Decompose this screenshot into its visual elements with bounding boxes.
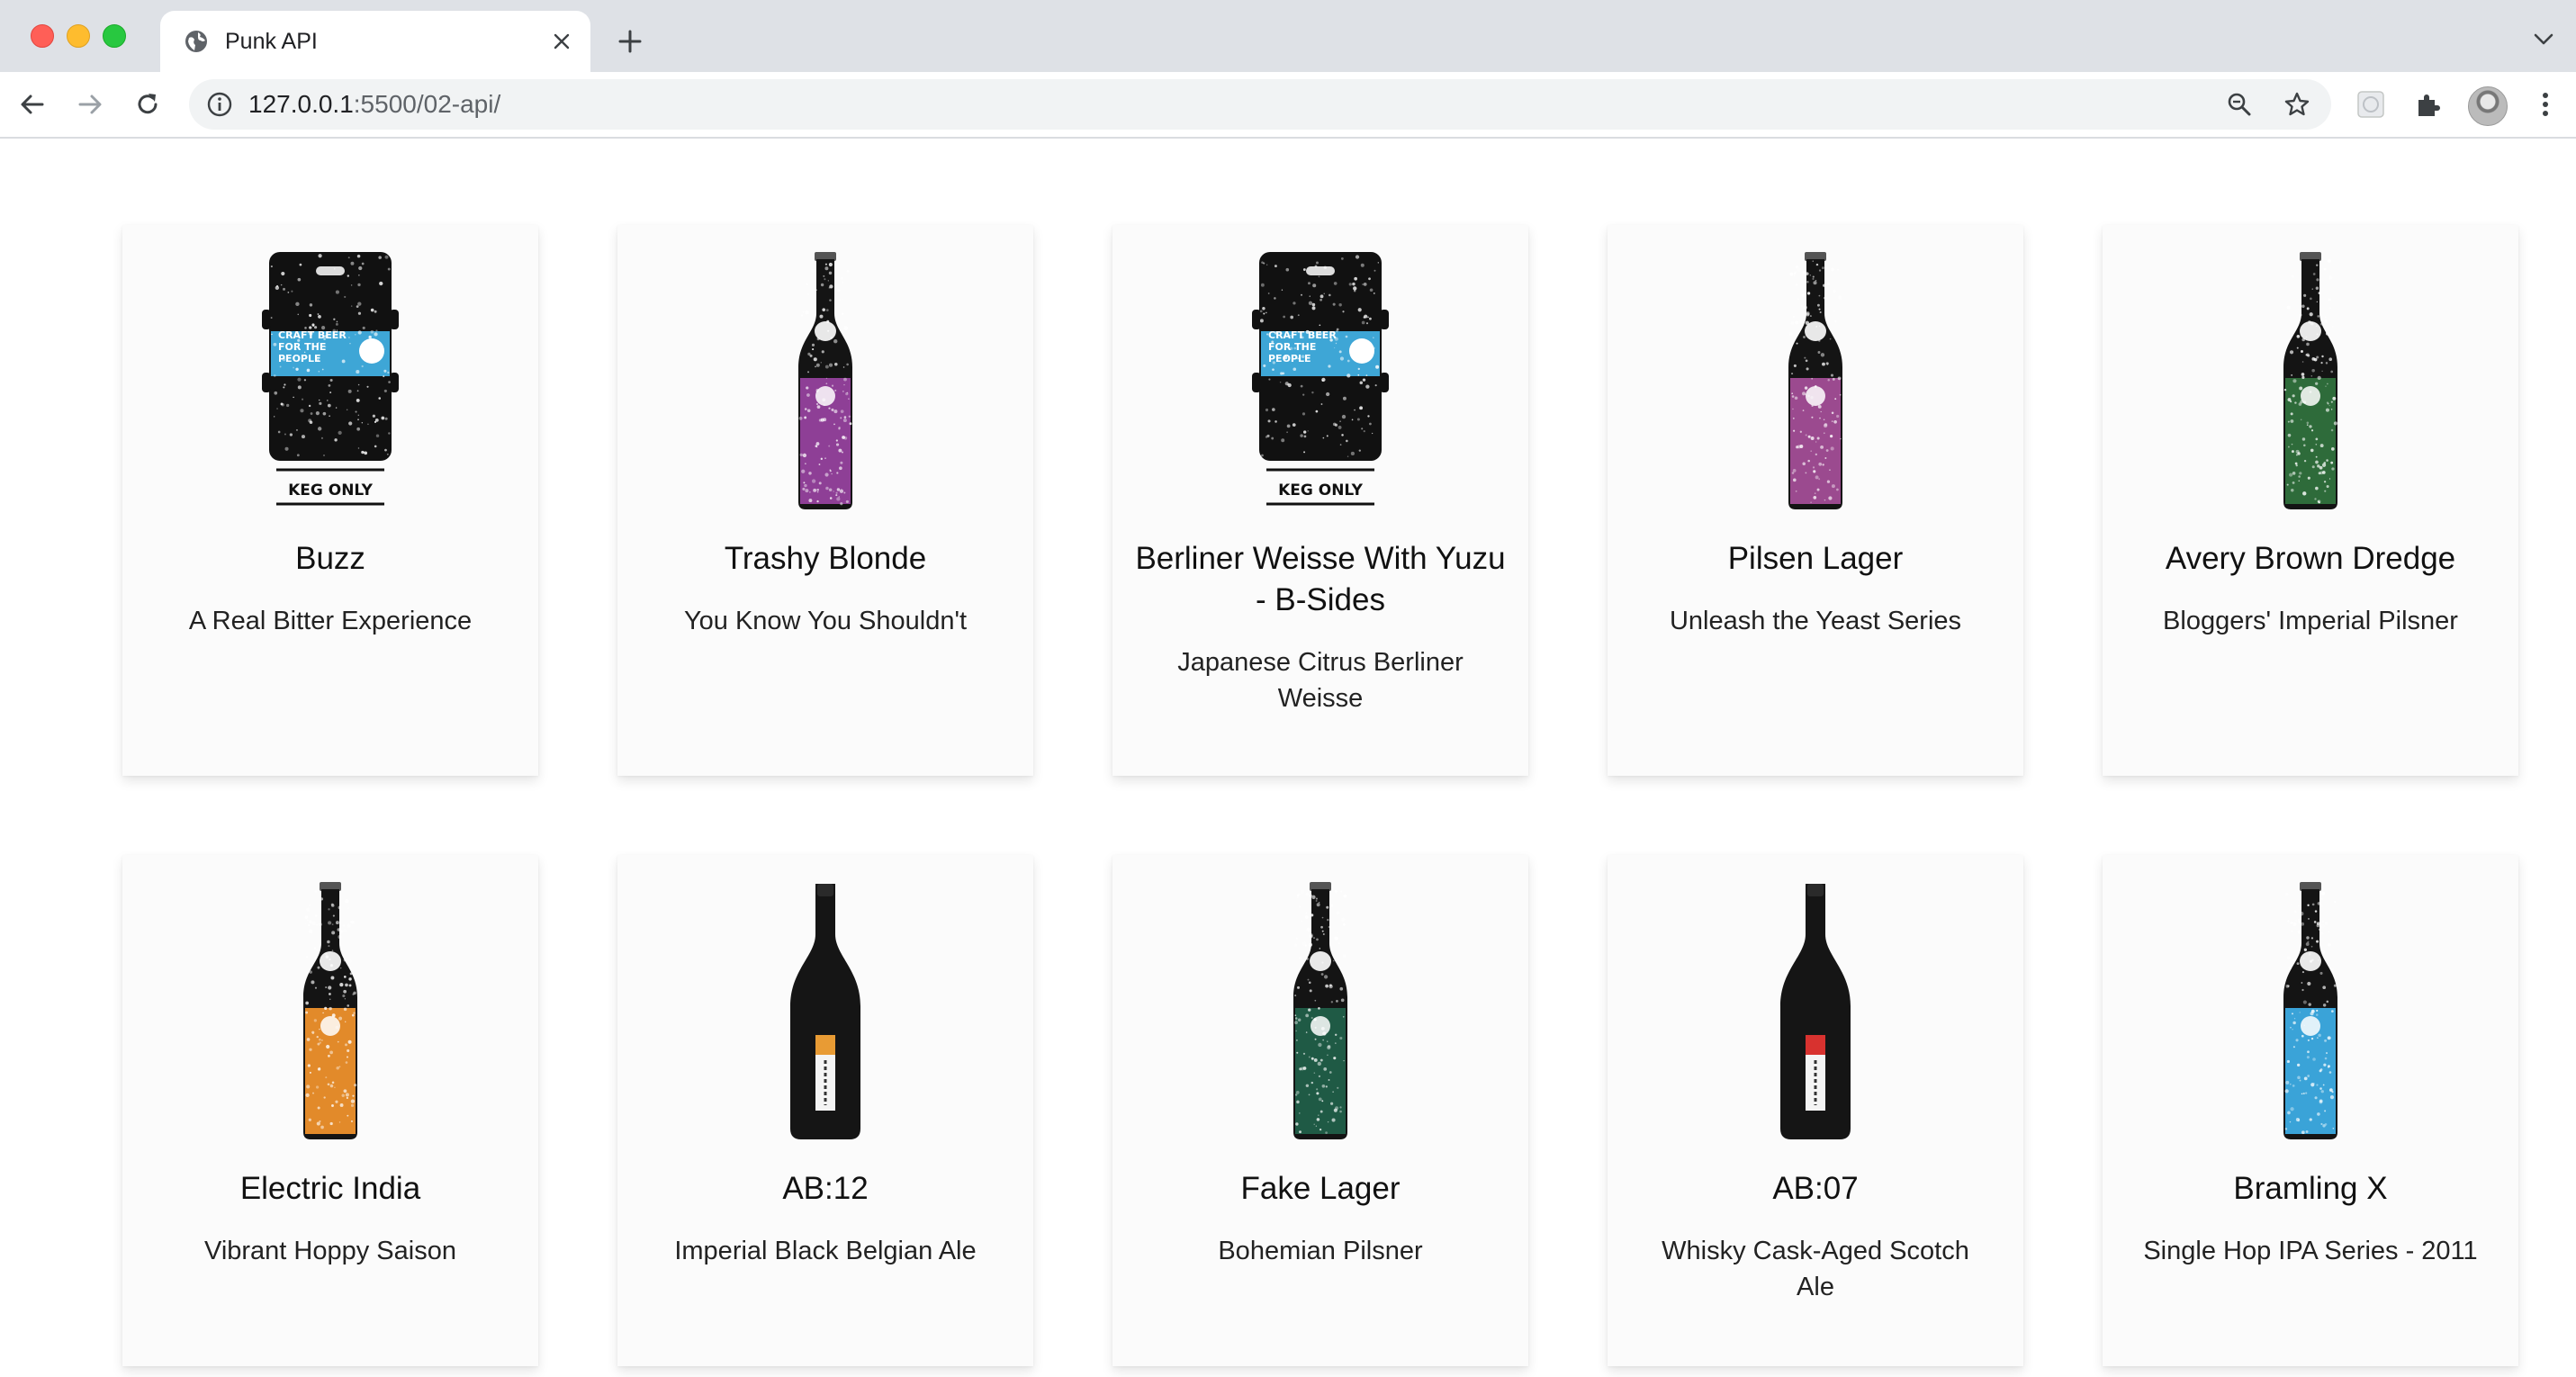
beer-name: Trashy Blonde [724, 541, 927, 576]
browser-tab[interactable]: Punk API [160, 11, 590, 72]
beer-tagline: Single Hop IPA Series - 2011 [2143, 1237, 2478, 1265]
keg-image: CRAFT BEERFOR THEPEOPLE KEG ONLY [262, 252, 399, 506]
keg-only-label: KEG ONLY [288, 482, 374, 500]
beer-card[interactable]: Fake Lager Bohemian Pilsner [1112, 855, 1528, 1366]
keg-label-text: CRAFT BEER [278, 329, 347, 341]
beer-tagline: Bloggers' Imperial Pilsner [2163, 607, 2458, 635]
beer-card[interactable]: Electric India Vibrant Hoppy Saison [122, 855, 538, 1366]
beer-image [617, 250, 1033, 511]
beer-tagline: Imperial Black Belgian Ale [674, 1237, 977, 1265]
beer-tagline: You Know You Shouldn't [683, 607, 968, 635]
beer-card[interactable]: Avery Brown Dredge Bloggers' Imperial Pil… [2103, 225, 2518, 776]
beer-card[interactable]: AB:07 Whisky Cask-Aged Scotch Ale [1608, 855, 2023, 1366]
beer-name: Pilsen Lager [1727, 541, 1904, 576]
url-text[interactable]: 127.0.0.1:5500/02-api/ [248, 90, 500, 119]
beer-tagline: Bohemian Pilsner [1218, 1237, 1423, 1265]
url-host: 127.0.0.1 [248, 90, 354, 118]
keg-only-label: KEG ONLY [1278, 482, 1364, 500]
beer-name: Buzz [295, 541, 365, 576]
bottle-image [1788, 252, 1842, 509]
beer-name: Bramling X [2233, 1171, 2388, 1206]
extension-icon[interactable] [2353, 86, 2389, 122]
beer-tagline: Vibrant Hoppy Saison [204, 1237, 456, 1265]
bottle-image [2283, 882, 2337, 1139]
beer-card[interactable]: AB:12 Imperial Black Belgian Ale [617, 855, 1033, 1366]
bottle-image [303, 882, 357, 1139]
beer-image [617, 880, 1033, 1141]
profile-avatar[interactable] [2468, 86, 2508, 126]
beer-image [2103, 250, 2518, 511]
beer-image [1608, 250, 2023, 511]
beer-name: Avery Brown Dredge [2165, 541, 2456, 576]
keg-label-text: FOR THE [278, 341, 326, 353]
address-bar[interactable]: 127.0.0.1:5500/02-api/ [189, 79, 2331, 130]
window-minimize-button[interactable] [67, 24, 90, 48]
beer-card[interactable]: CRAFT BEER FOR THE PEOPLE KEG ONLY Berliner … [1112, 225, 1528, 776]
back-arrow-icon[interactable] [13, 85, 52, 124]
beer-image: CRAFT BEER FOR THE PEOPLE KEG ONLY [122, 250, 538, 511]
beer-card[interactable]: Pilsen Lager Unleash the Yeast Series [1608, 225, 2023, 776]
bottle-image [2283, 252, 2337, 509]
beer-tagline: Whisky Cask-Aged Scotch Ale [1662, 1237, 1969, 1301]
browser-toolbar: 127.0.0.1:5500/02-api/ [0, 72, 2576, 139]
zoom-magnifier-icon[interactable] [2225, 90, 2254, 119]
globe-icon [185, 31, 207, 52]
beer-tagline: A Real Bitter Experience [188, 607, 473, 635]
tab-title: Punk API [225, 29, 318, 54]
beer-image [2103, 880, 2518, 1141]
beer-tagline: Unleash the Yeast Series [1669, 607, 1962, 635]
bottle-image [1293, 882, 1347, 1139]
keg-label-text: PEOPLE [1268, 353, 1311, 364]
keg-image: CRAFT BEERFOR THEPEOPLE KEG ONLY [1252, 252, 1389, 506]
beer-image: CRAFT BEER FOR THE PEOPLE KEG ONLY [1112, 250, 1528, 511]
keg-label-text: PEOPLE [278, 353, 321, 364]
beer-card[interactable]: CRAFT BEER FOR THE PEOPLE KEG ONLY Buzz A Rea… [122, 225, 538, 776]
keg-label-text: FOR THE [1268, 341, 1316, 353]
bottle-image [798, 252, 852, 509]
beer-name: Electric India [239, 1171, 421, 1206]
bottle-image [1780, 884, 1851, 1139]
beer-name: Berliner Weisse With Yuzu - B-Sides [1135, 541, 1506, 617]
beer-card[interactable]: Trashy Blonde You Know You Shouldn't [617, 225, 1033, 776]
tab-search-chevron-down-icon[interactable] [2527, 23, 2560, 56]
beer-image [122, 880, 538, 1141]
window-maximize-button[interactable] [103, 24, 126, 48]
beer-image [1112, 880, 1528, 1141]
extensions-puzzle-icon[interactable] [2410, 86, 2446, 122]
beer-name: AB:12 [782, 1171, 869, 1206]
keg-label-text: CRAFT BEER [1268, 329, 1337, 341]
window-close-button[interactable] [31, 24, 54, 48]
beer-name: Fake Lager [1240, 1171, 1401, 1206]
beer-tagline: Japanese Citrus Berliner Weisse [1177, 648, 1464, 713]
reload-icon[interactable] [128, 85, 167, 124]
tab-close-icon[interactable] [545, 25, 578, 58]
new-tab-plus-icon[interactable] [612, 23, 648, 59]
url-path: :5500/02-api/ [353, 90, 501, 118]
menu-kebab-icon[interactable] [2527, 86, 2563, 122]
bottle-image [790, 884, 860, 1139]
site-info-icon[interactable] [205, 90, 234, 119]
beer-grid: CRAFT BEER FOR THE PEOPLE KEG ONLY Buzz A Rea… [0, 139, 2576, 1377]
bookmark-star-icon[interactable] [2283, 90, 2311, 119]
beer-name: AB:07 [1772, 1171, 1859, 1206]
forward-arrow-icon[interactable] [70, 85, 110, 124]
beer-image [1608, 880, 2023, 1141]
beer-card[interactable]: Bramling X Single Hop IPA Series - 2011 [2103, 855, 2518, 1366]
browser-tab-strip: Punk API [0, 0, 2576, 72]
